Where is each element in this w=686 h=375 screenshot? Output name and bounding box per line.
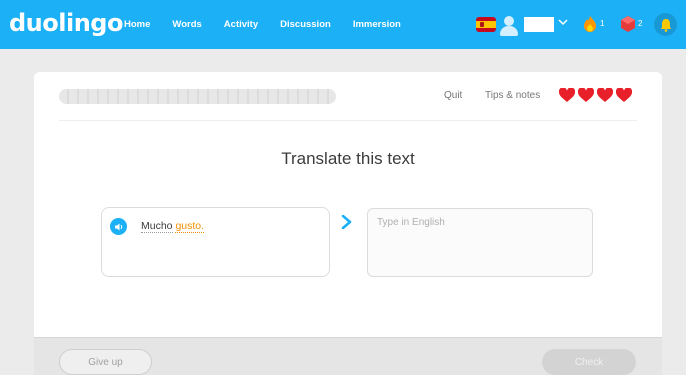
quit-link[interactable]: Quit: [444, 90, 462, 101]
speaker-icon[interactable]: [110, 218, 127, 235]
nav-immersion[interactable]: Immersion: [353, 19, 401, 30]
give-up-button[interactable]: Give up: [59, 349, 152, 375]
exercise-prompt: Translate this text: [281, 149, 415, 168]
source-sentence: Mucho gusto.: [141, 220, 205, 233]
nav-discussion[interactable]: Discussion: [280, 19, 331, 30]
header-divider: [59, 120, 637, 121]
heart-icon: [578, 88, 594, 102]
translation-input[interactable]: [367, 208, 593, 277]
source-sentence-box: Mucho gusto.: [101, 207, 330, 277]
source-word[interactable]: Mucho: [141, 220, 173, 233]
user-avatar-icon[interactable]: [498, 14, 520, 36]
hearts-remaining: [559, 88, 635, 103]
duolingo-logo[interactable]: duolingo: [9, 9, 123, 37]
lesson-footer: Give up Check: [34, 337, 662, 375]
chevron-right-icon: [341, 215, 352, 229]
main-nav: Home Words Activity Discussion Immersion: [124, 0, 423, 49]
heart-icon: [616, 88, 632, 102]
lingot-gem-icon[interactable]: [620, 15, 636, 33]
bell-icon[interactable]: [654, 13, 677, 36]
lesson-card: Quit Tips & notes Translate this text Mu…: [34, 72, 662, 375]
nav-home[interactable]: Home: [124, 19, 150, 30]
username-field[interactable]: [524, 17, 554, 32]
chevron-down-icon[interactable]: [558, 18, 568, 29]
lesson-progress-bar: [59, 89, 336, 104]
gem-count: 2: [638, 19, 643, 28]
heart-icon: [559, 88, 575, 102]
check-button[interactable]: Check: [542, 349, 636, 375]
spain-flag-icon[interactable]: [476, 17, 496, 32]
tips-notes-link[interactable]: Tips & notes: [485, 90, 540, 101]
nav-words[interactable]: Words: [172, 19, 201, 30]
streak-flame-icon[interactable]: [582, 15, 598, 33]
heart-icon: [597, 88, 613, 102]
top-navigation-bar: duolingo Home Words Activity Discussion …: [0, 0, 686, 49]
source-word-highlighted[interactable]: gusto.: [175, 220, 205, 233]
nav-activity[interactable]: Activity: [224, 19, 258, 30]
streak-count: 1: [600, 19, 605, 28]
